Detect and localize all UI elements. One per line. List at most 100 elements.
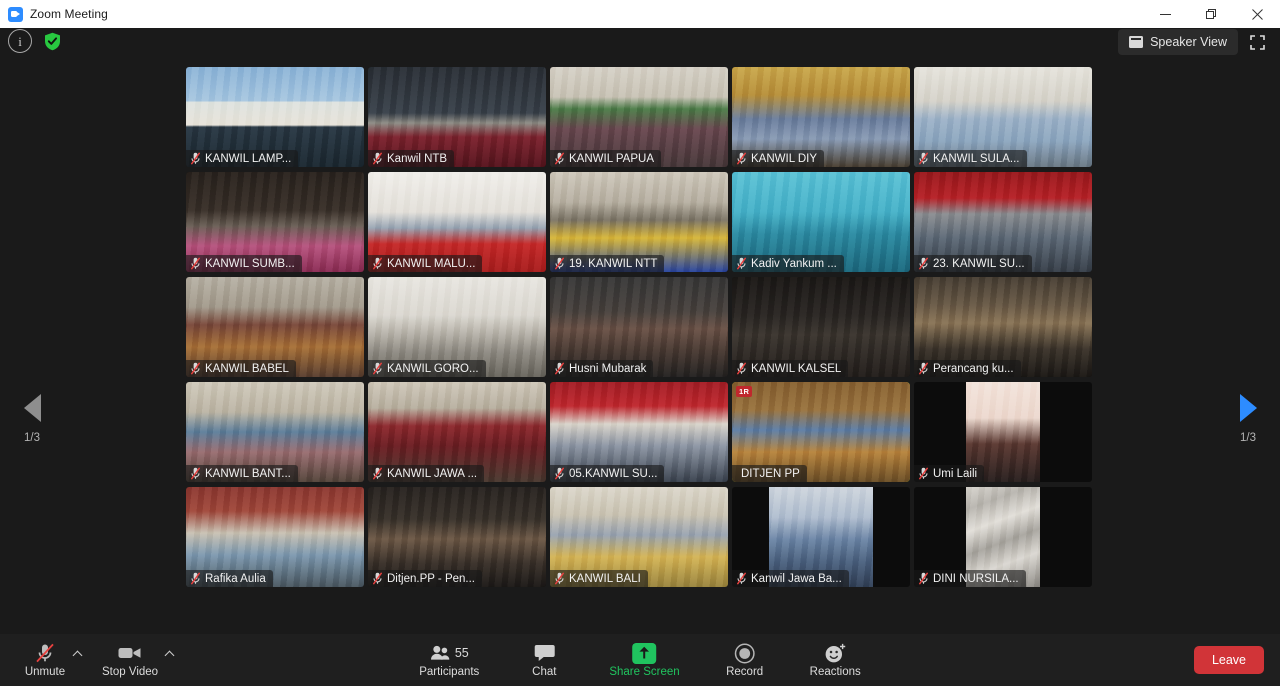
participant-name: 19. KANWIL NTT: [569, 257, 658, 270]
close-button[interactable]: [1234, 0, 1280, 28]
participant-tile[interactable]: KANWIL BALI: [550, 487, 728, 587]
participant-tile[interactable]: KANWIL JAWA ...: [368, 382, 546, 482]
participant-tile[interactable]: 1R DITJEN PP: [732, 382, 910, 482]
speaker-view-button[interactable]: Speaker View: [1118, 29, 1238, 55]
participant-tile[interactable]: DINI NURSILA...: [914, 487, 1092, 587]
participant-nameplate: Rafika Aulia: [186, 570, 273, 587]
participant-tile[interactable]: Ditjen.PP - Pen...: [368, 487, 546, 587]
leave-meeting-button[interactable]: Leave: [1193, 646, 1264, 674]
microphone-muted-icon: [34, 642, 56, 664]
participant-nameplate: Kadiv Yankum ...: [732, 255, 844, 272]
participant-nameplate: Kanwil NTB: [368, 150, 455, 167]
record-label: Record: [726, 666, 764, 678]
participant-tile[interactable]: KANWIL DIY: [732, 67, 910, 167]
record-button[interactable]: Record: [718, 640, 772, 680]
green-shield-icon[interactable]: [40, 29, 64, 53]
participant-nameplate: 23. KANWIL SU...: [914, 255, 1032, 272]
participant-name: Umi Laili: [933, 467, 978, 480]
participant-tile[interactable]: KANWIL LAMP...: [186, 67, 364, 167]
video-camera-icon: [118, 642, 142, 664]
reactions-button[interactable]: Reactions: [804, 640, 867, 680]
participant-tile[interactable]: KANWIL SUMB...: [186, 172, 364, 272]
mic-muted-icon: [555, 572, 564, 585]
maximize-restore-button[interactable]: [1188, 0, 1234, 28]
page-indicator-left: 1/3: [24, 432, 40, 444]
participant-name: Kanwil NTB: [387, 152, 448, 165]
participant-tile[interactable]: Rafika Aulia: [186, 487, 364, 587]
participant-tile[interactable]: KANWIL GORO...: [368, 277, 546, 377]
speaker-view-label: Speaker View: [1150, 35, 1227, 49]
stop-video-label: Stop Video: [102, 666, 159, 678]
mic-muted-icon: [373, 257, 382, 270]
participant-name: KANWIL BABEL: [205, 362, 289, 375]
mic-muted-icon: [373, 362, 382, 375]
participant-tile[interactable]: KANWIL BANT...: [186, 382, 364, 482]
unmute-label: Unmute: [24, 666, 66, 678]
participant-tile[interactable]: 05.KANWIL SU...: [550, 382, 728, 482]
participant-nameplate: KANWIL MALU...: [368, 255, 483, 272]
share-screen-button[interactable]: Share Screen: [603, 640, 685, 680]
participant-name: DINI NURSILA...: [933, 572, 1019, 585]
unmute-button[interactable]: Unmute: [18, 640, 72, 680]
mic-muted-icon: [919, 572, 928, 585]
video-options-chevron-up-icon[interactable]: [166, 644, 182, 680]
window-titlebar: Zoom Meeting: [0, 0, 1280, 28]
participant-name: DITJEN PP: [741, 467, 800, 480]
share-screen-up-arrow-icon: [632, 642, 657, 664]
participant-tile[interactable]: Kanwil Jawa Ba...: [732, 487, 910, 587]
participant-tile[interactable]: Husni Mubarak: [550, 277, 728, 377]
chat-button[interactable]: Chat: [517, 640, 571, 680]
participants-button[interactable]: 55 Participants: [413, 640, 485, 680]
participant-nameplate: KANWIL BALI: [550, 570, 648, 587]
mic-muted-icon: [555, 467, 564, 480]
minimize-button[interactable]: [1142, 0, 1188, 28]
mic-muted-icon: [191, 362, 200, 375]
participant-tile[interactable]: Kanwil NTB: [368, 67, 546, 167]
participant-tile[interactable]: KANWIL PAPUA: [550, 67, 728, 167]
participant-name: 05.KANWIL SU...: [569, 467, 658, 480]
next-page-button[interactable]: 1/3: [1216, 394, 1280, 444]
audio-options-chevron-up-icon[interactable]: [74, 644, 90, 680]
chat-label: Chat: [532, 666, 557, 678]
participant-nameplate: KANWIL DIY: [732, 150, 825, 167]
participant-tile[interactable]: KANWIL BABEL: [186, 277, 364, 377]
window-title: Zoom Meeting: [30, 7, 108, 21]
participant-name: KANWIL SULA...: [933, 152, 1020, 165]
participant-nameplate: KANWIL SUMB...: [186, 255, 302, 272]
participant-nameplate: KANWIL BABEL: [186, 360, 296, 377]
mic-muted-icon: [737, 362, 746, 375]
stop-video-button[interactable]: Stop Video: [96, 640, 164, 680]
participant-tile[interactable]: KANWIL KALSEL: [732, 277, 910, 377]
participant-tile[interactable]: KANWIL SULA...: [914, 67, 1092, 167]
mic-muted-icon: [191, 572, 200, 585]
mic-muted-icon: [737, 572, 746, 585]
enter-fullscreen-icon[interactable]: [1244, 29, 1270, 55]
participant-tile[interactable]: KANWIL MALU...: [368, 172, 546, 272]
participant-nameplate: Perancang ku...: [914, 360, 1021, 377]
participant-name: KANWIL SUMB...: [205, 257, 295, 270]
record-circle-icon: [734, 642, 755, 664]
chat-bubble-icon: [534, 642, 555, 664]
reactions-label: Reactions: [809, 666, 861, 678]
participant-tile[interactable]: 19. KANWIL NTT: [550, 172, 728, 272]
participant-tile[interactable]: Umi Laili: [914, 382, 1092, 482]
participant-name: KANWIL PAPUA: [569, 152, 654, 165]
participant-name: KANWIL DIY: [751, 152, 818, 165]
participant-nameplate: Ditjen.PP - Pen...: [368, 570, 482, 587]
participant-tile[interactable]: 23. KANWIL SU...: [914, 172, 1092, 272]
info-icon[interactable]: i: [8, 29, 32, 53]
participant-tile[interactable]: Perancang ku...: [914, 277, 1092, 377]
mic-muted-icon: [919, 257, 928, 270]
chevron-right-icon: [1239, 394, 1257, 422]
participant-nameplate: KANWIL KALSEL: [732, 360, 849, 377]
people-icon: [430, 645, 449, 660]
mic-muted-icon: [191, 467, 200, 480]
mic-muted-icon: [373, 572, 382, 585]
recording-badge: 1R: [736, 386, 753, 397]
participant-nameplate: Umi Laili: [914, 465, 985, 482]
previous-page-button[interactable]: 1/3: [0, 394, 64, 444]
participant-name: Kadiv Yankum ...: [751, 257, 837, 270]
participant-name: Kanwil Jawa Ba...: [751, 572, 842, 585]
participant-tile[interactable]: Kadiv Yankum ...: [732, 172, 910, 272]
mic-muted-icon: [737, 257, 746, 270]
